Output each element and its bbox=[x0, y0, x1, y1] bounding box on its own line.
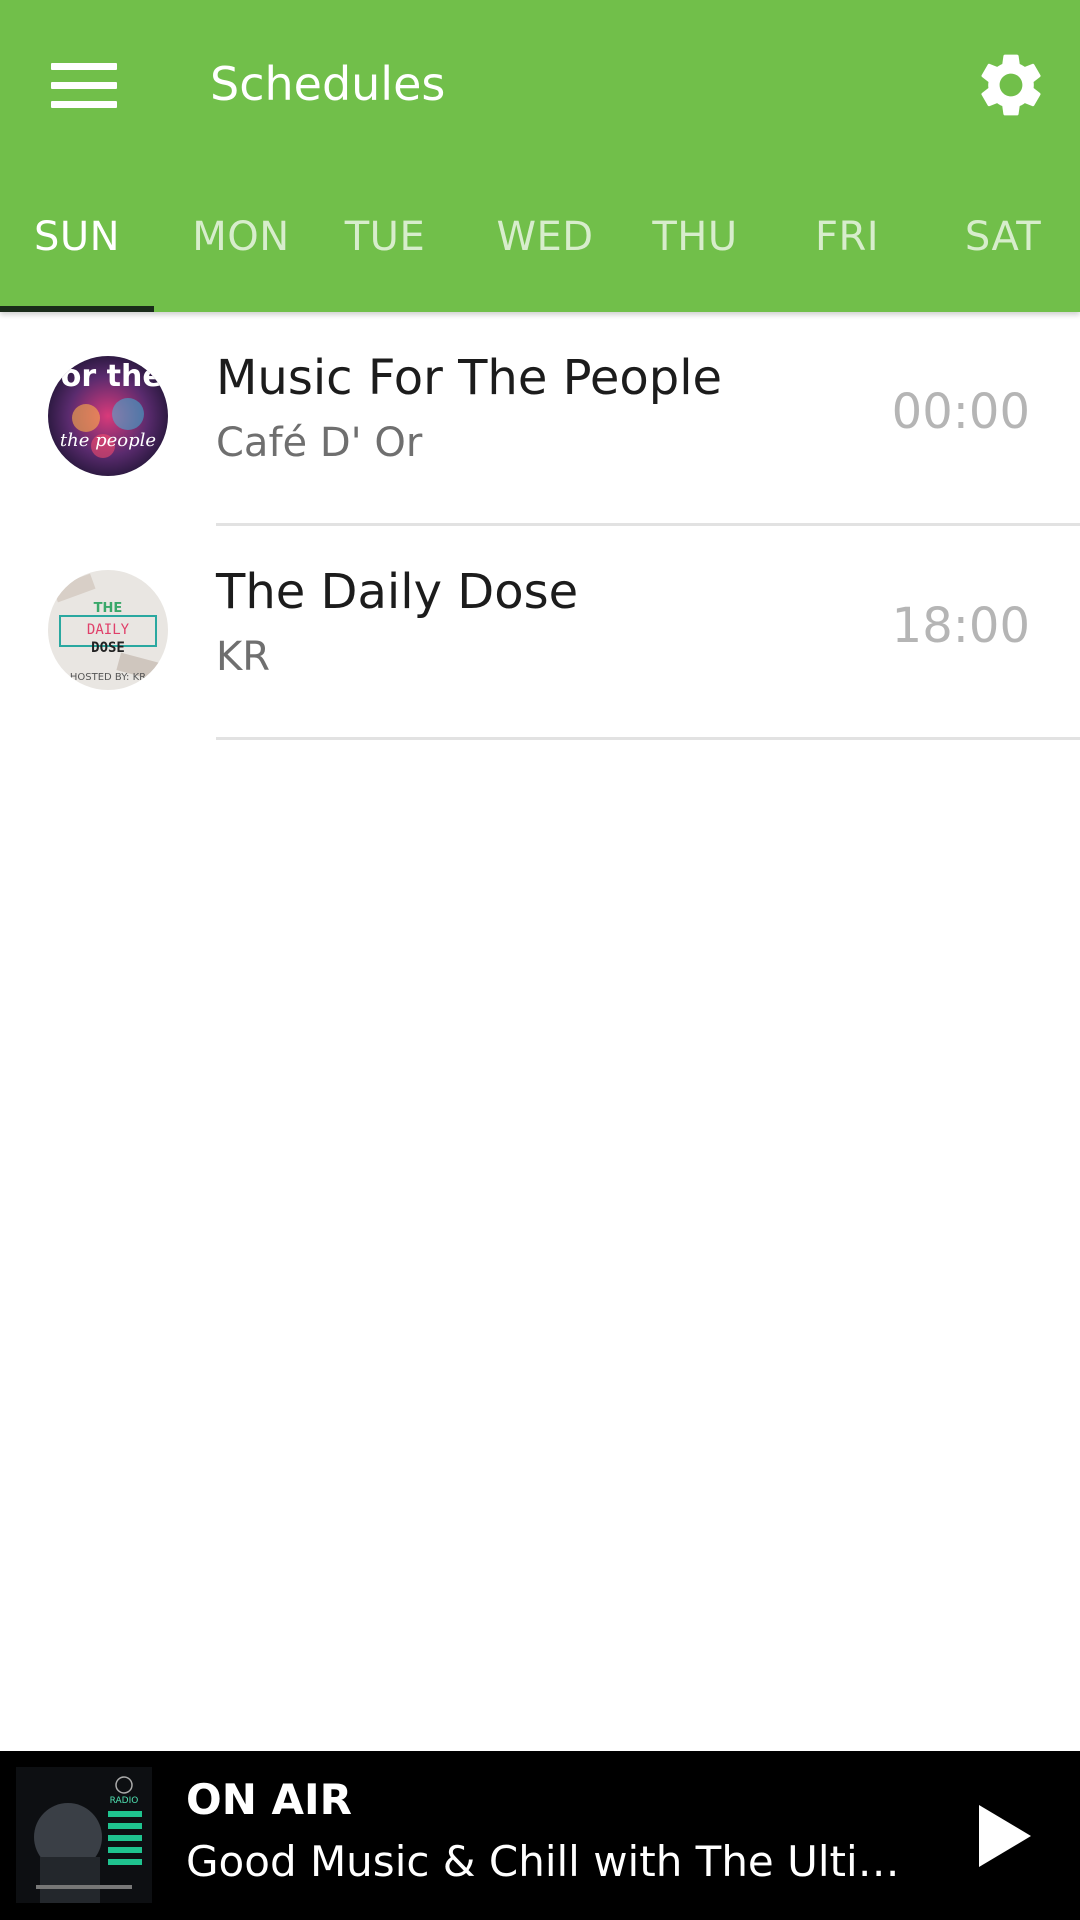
schedule-item[interactable]: MUSIC for the people the people Music Fo… bbox=[0, 312, 1080, 526]
show-time: 18:00 bbox=[891, 598, 1030, 654]
show-host: KR bbox=[216, 634, 271, 680]
show-title: The Daily Dose bbox=[216, 564, 579, 620]
svg-text:THE: THE bbox=[94, 601, 123, 616]
svg-text:DAILY: DAILY bbox=[87, 622, 130, 638]
app-root: Schedules SUN MON TUE WED THU FRI SAT fo… bbox=[0, 0, 1080, 1920]
divider bbox=[216, 737, 1080, 740]
now-playing-title: Good Music & Chill with The Ultima... bbox=[186, 1837, 906, 1886]
tab-tue[interactable]: TUE bbox=[308, 182, 462, 312]
tab-sat[interactable]: SAT bbox=[926, 182, 1080, 312]
mini-player[interactable]: RADIO ON AIR Good Music & Chill with The… bbox=[0, 1751, 1080, 1920]
hamburger-menu-icon[interactable] bbox=[30, 40, 138, 130]
tab-indicator bbox=[0, 306, 154, 312]
day-tabs: SUN MON TUE WED THU FRI SAT bbox=[0, 182, 1080, 312]
schedule-item[interactable]: THE DAILY DOSE HOSTED BY: KR The Daily D… bbox=[0, 526, 1080, 740]
tab-mon[interactable]: MON bbox=[164, 182, 318, 312]
svg-text:HOSTED BY: KR: HOSTED BY: KR bbox=[70, 672, 146, 683]
svg-text:the people: the people bbox=[60, 430, 156, 451]
show-artwork: MUSIC for the people the people bbox=[48, 356, 168, 476]
show-title: Music For The People bbox=[216, 350, 723, 406]
app-bar: Schedules SUN MON TUE WED THU FRI SAT bbox=[0, 0, 1080, 312]
schedule-list: MUSIC for the people the people Music Fo… bbox=[0, 312, 1080, 740]
tab-wed[interactable]: WED bbox=[468, 182, 622, 312]
tab-fri[interactable]: FRI bbox=[770, 182, 924, 312]
svg-text:DOSE: DOSE bbox=[91, 640, 125, 656]
tab-sun[interactable]: SUN bbox=[0, 182, 154, 312]
tab-thu[interactable]: THU bbox=[618, 182, 772, 312]
show-time: 00:00 bbox=[891, 384, 1030, 440]
show-artwork: THE DAILY DOSE HOSTED BY: KR bbox=[48, 570, 168, 690]
play-icon[interactable] bbox=[950, 1781, 1060, 1891]
gear-icon[interactable] bbox=[966, 40, 1056, 130]
svg-text:RADIO: RADIO bbox=[110, 1796, 139, 1806]
page-title: Schedules bbox=[210, 57, 446, 111]
now-playing-artwork: RADIO bbox=[16, 1767, 152, 1903]
show-host: Café D' Or bbox=[216, 420, 423, 466]
on-air-label: ON AIR bbox=[186, 1775, 352, 1824]
artwork-text: MUSIC for the people bbox=[48, 359, 168, 394]
